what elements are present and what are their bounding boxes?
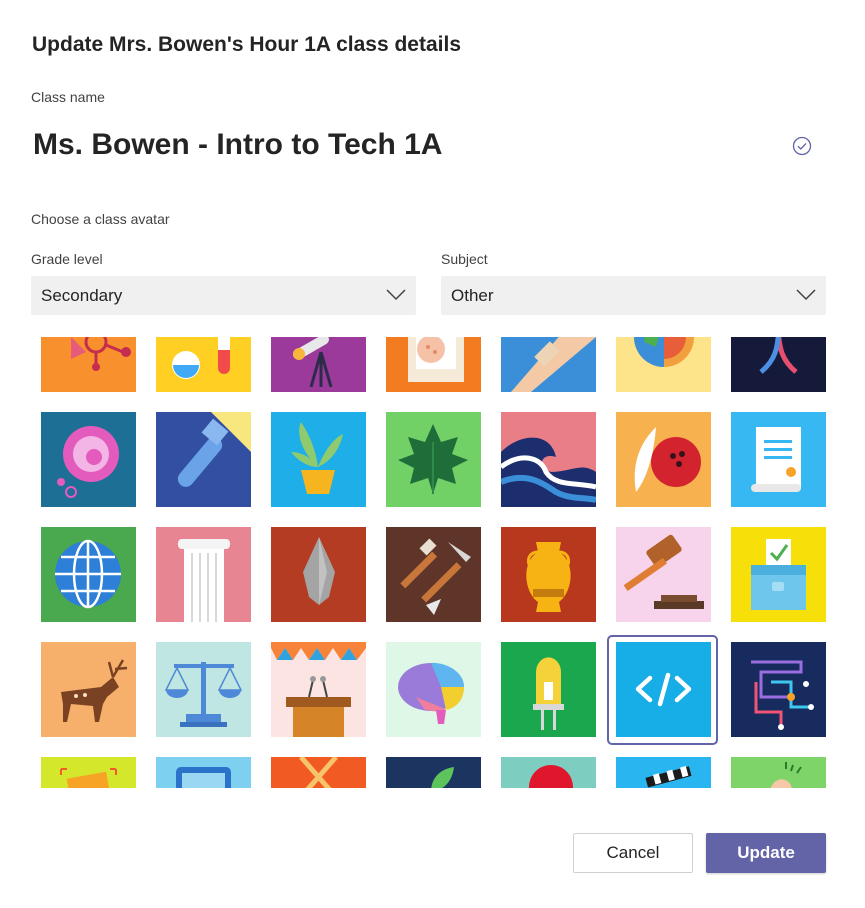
gavel-icon [616, 527, 711, 622]
avatar-photo-frame[interactable] [41, 757, 136, 788]
avatar-greek-column[interactable] [156, 527, 251, 622]
hand-icon [731, 757, 826, 788]
flasks-icon [156, 337, 251, 392]
feather-bowling-icon [616, 412, 711, 507]
photo-frame-icon [41, 757, 136, 788]
avatar-potted-plant[interactable] [271, 412, 366, 507]
circuit-icon [731, 642, 826, 737]
avatar-maple-leaf[interactable] [386, 412, 481, 507]
chemistry-molecule-icon [41, 337, 136, 392]
wave-icon [501, 412, 596, 507]
check-circle-icon [792, 136, 812, 156]
podium-icon [271, 642, 366, 737]
column-icon [156, 527, 251, 622]
avatar-leaf[interactable] [386, 757, 481, 788]
avatar-chemistry-molecule[interactable] [41, 337, 136, 392]
avatar-globe[interactable] [41, 527, 136, 622]
avatar-flashlight[interactable] [156, 412, 251, 507]
led-bulb-icon [501, 642, 596, 737]
red-circle-icon [501, 757, 596, 788]
avatar-scales-of-justice[interactable] [156, 642, 251, 737]
avatar-archaeology-tools[interactable] [386, 527, 481, 622]
scales-icon [156, 642, 251, 737]
bandage-frame-icon [386, 337, 481, 392]
class-name-label: Class name [31, 89, 105, 105]
clapperboard-icon [616, 757, 711, 788]
bandaged-arm-icon [501, 337, 596, 392]
subject-value: Other [451, 285, 494, 305]
update-button[interactable]: Update [706, 833, 826, 873]
avatar-dna-helix[interactable] [731, 337, 826, 392]
avatar-ballot-box[interactable] [731, 527, 826, 622]
avatar-circuit-board[interactable] [731, 642, 826, 737]
vase-icon [501, 527, 596, 622]
swords-icon [271, 757, 366, 788]
plant-icon [271, 412, 366, 507]
avatar-gavel[interactable] [616, 527, 711, 622]
avatar-clapperboard[interactable] [616, 757, 711, 788]
grade-level-label: Grade level [31, 251, 103, 267]
cell-icon [41, 412, 136, 507]
globe-icon [41, 527, 136, 622]
chevron-down-icon [796, 289, 816, 301]
avatar-ocean-wave[interactable] [501, 412, 596, 507]
brain-icon [386, 642, 481, 737]
ballot-box-icon [731, 527, 826, 622]
avatar-cave-painting-deer[interactable] [41, 642, 136, 737]
avatar-arrowhead[interactable] [271, 527, 366, 622]
code-icon [616, 642, 711, 737]
earth-layers-icon [616, 337, 711, 392]
dna-icon [731, 337, 826, 392]
avatar-feather-bowling-ball[interactable] [616, 412, 711, 507]
deer-icon [41, 642, 136, 737]
scroll-icon [731, 412, 826, 507]
subject-label: Subject [441, 251, 488, 267]
subject-dropdown[interactable]: Other [441, 276, 826, 315]
arrowhead-icon [271, 527, 366, 622]
avatar-earth-layers[interactable] [616, 337, 711, 392]
leaf-icon [386, 412, 481, 507]
avatar-podium[interactable] [271, 642, 366, 737]
avatar-pointing-hand[interactable] [731, 757, 826, 788]
avatar-tablet[interactable] [156, 757, 251, 788]
grade-level-dropdown[interactable]: Secondary [31, 276, 416, 315]
grade-level-value: Secondary [41, 285, 123, 305]
avatar-scroll[interactable] [731, 412, 826, 507]
avatar-greek-vase[interactable] [501, 527, 596, 622]
class-name-field[interactable]: Ms. Bowen - Intro to Tech 1A [33, 128, 442, 162]
dialog-title: Update Mrs. Bowen's Hour 1A class detail… [32, 33, 462, 56]
avatar-brain[interactable] [386, 642, 481, 737]
avatar-bandaged-arm[interactable] [501, 337, 596, 392]
avatar-led-bulb[interactable] [501, 642, 596, 737]
avatar-chemistry-flasks[interactable] [156, 337, 251, 392]
telescope-icon [271, 337, 366, 392]
avatar-cell[interactable] [41, 412, 136, 507]
avatar-red-circle[interactable] [501, 757, 596, 788]
avatar-code[interactable] [616, 642, 711, 737]
avatar-bandage-frame[interactable] [386, 337, 481, 392]
chevron-down-icon [386, 289, 406, 301]
tablet-icon [156, 757, 251, 788]
flashlight-icon [156, 412, 251, 507]
avatar-crossed-swords[interactable] [271, 757, 366, 788]
cancel-button[interactable]: Cancel [573, 833, 693, 873]
avatar-telescope[interactable] [271, 337, 366, 392]
leaf-sprout-icon [386, 757, 481, 788]
avatar-grid [31, 337, 831, 788]
tools-icon [386, 527, 481, 622]
avatar-label: Choose a class avatar [31, 211, 170, 227]
